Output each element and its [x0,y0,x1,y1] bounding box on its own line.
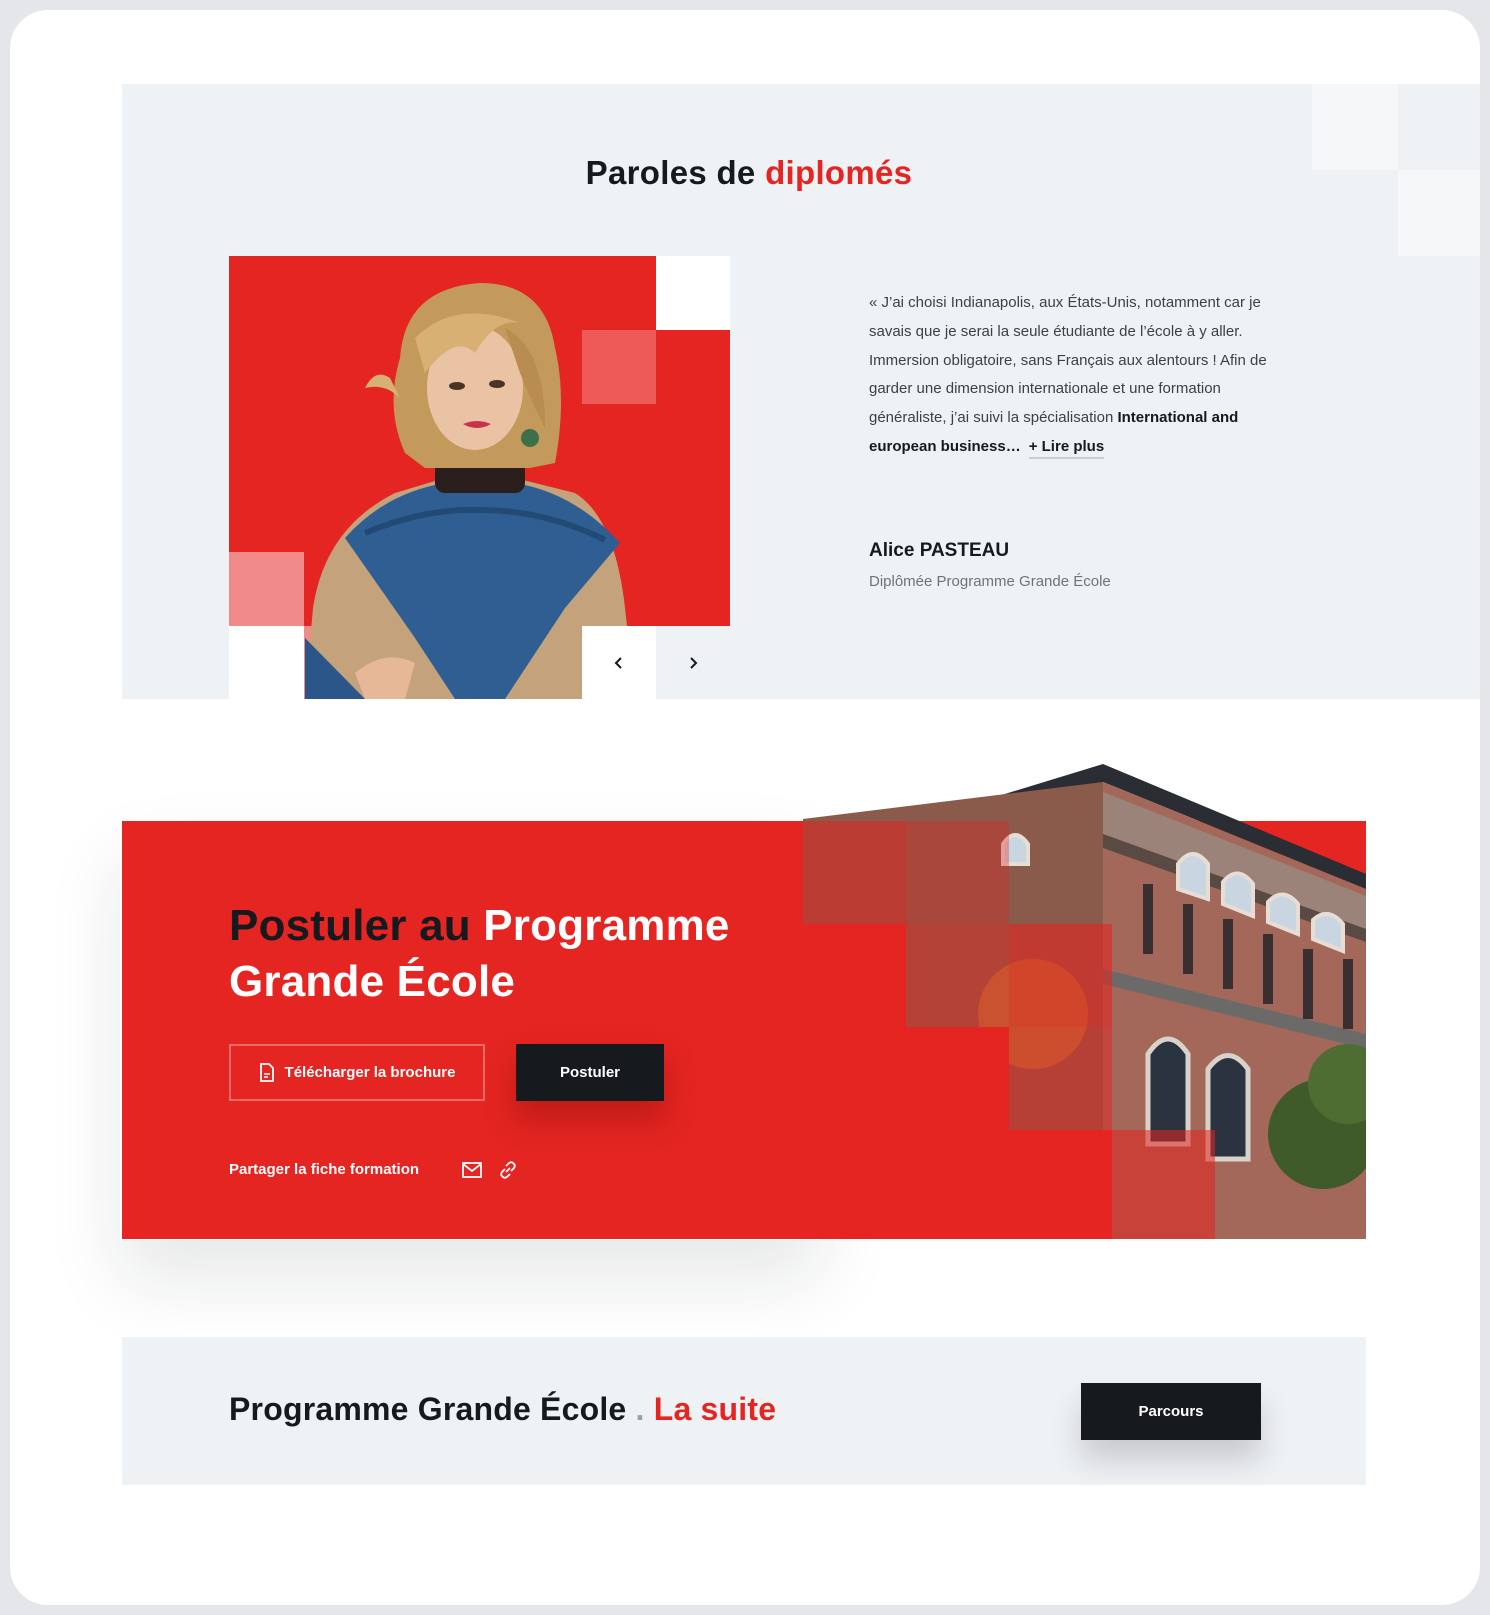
decorative-pixel [803,821,906,924]
decorative-pixel [906,1027,1009,1239]
apply-title-dark: Postuler au [229,901,484,950]
mail-icon [462,1161,482,1178]
decorative-pixel [1009,1130,1112,1239]
apply-title: Postuler au Programme Grande École [229,898,789,1010]
decorative-pixel [656,256,730,330]
document-icon [259,1063,274,1082]
testimonial-quote: « J’ai choisi Indianapolis, aux États-Un… [869,289,1269,462]
section-title: Paroles de diplomés [122,154,1376,192]
decorative-pixel [803,924,906,1239]
carousel-prev-button[interactable] [582,626,656,699]
title-text: Paroles de [585,154,766,191]
brochure-button-label: Télécharger la brochure [284,1064,456,1081]
chevron-right-icon [690,656,698,669]
link-icon [500,1161,516,1179]
decorative-pixel [229,626,304,699]
next-section-title: Programme Grande École . La suite [229,1391,776,1428]
next-title-text: Programme Grande École [229,1391,627,1427]
carousel-next-button[interactable] [656,626,730,699]
page-frame: Paroles de diplomés « J’ai choisi Indian… [10,10,1480,1605]
quote-text: « J’ai choisi Indianapolis, aux États-Un… [869,294,1267,427]
decorative-square [1398,170,1480,256]
apply-button[interactable]: Postuler [516,1044,664,1101]
title-separator: . [635,1391,645,1427]
decorative-pixel [229,552,304,626]
chevron-left-icon [614,656,622,669]
decorative-pixel [1112,1130,1215,1239]
decorative-pixel [1009,924,1112,1027]
graduate-name: Alice PASTEAU [869,540,1010,561]
title-accent: diplomés [765,154,913,191]
graduate-role: Diplômée Programme Grande École [869,573,1111,590]
read-more-link[interactable]: + Lire plus [1028,437,1105,459]
next-title-accent: La suite [653,1391,777,1427]
decorative-pixel [906,924,1009,1027]
parcours-button[interactable]: Parcours [1081,1383,1261,1440]
decorative-pixel [1009,1027,1112,1130]
download-brochure-button[interactable]: Télécharger la brochure [229,1044,485,1101]
share-link-button[interactable] [496,1160,520,1182]
decorative-pixel [906,821,1009,924]
share-label: Partager la fiche formation [229,1161,420,1178]
share-mail-button[interactable] [459,1160,485,1182]
